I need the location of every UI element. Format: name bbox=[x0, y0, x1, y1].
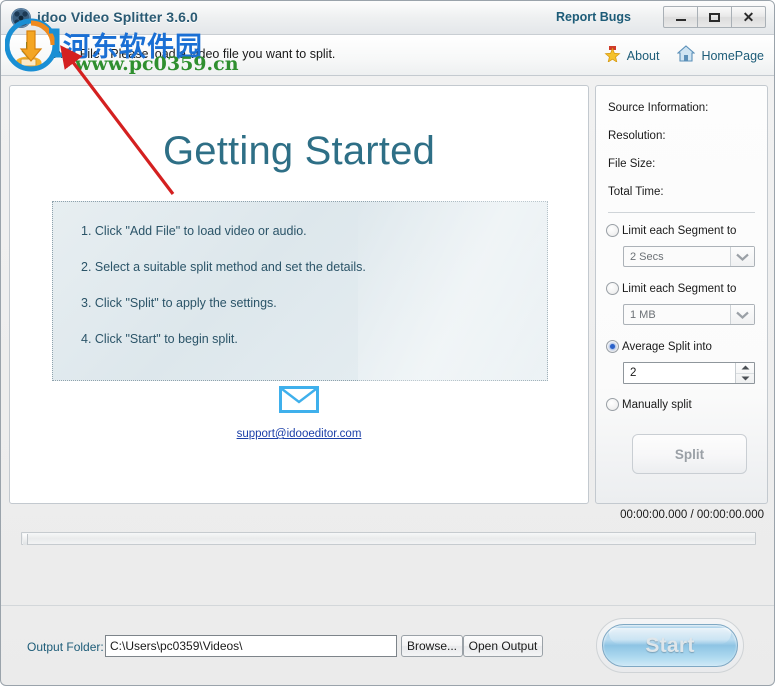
star-icon bbox=[604, 45, 621, 67]
seek-track[interactable] bbox=[21, 532, 756, 545]
split-options-sidebar: Source Information: Resolution: File Siz… bbox=[595, 85, 768, 504]
homepage-button[interactable]: HomePage bbox=[676, 45, 764, 67]
option-label: Average Split into bbox=[622, 340, 712, 353]
support-email-link[interactable]: support@idooeditor.com bbox=[237, 428, 362, 440]
start-button-inner: Start bbox=[602, 624, 738, 667]
application-window: idoo Video Splitter 3.6.0 Report Bugs ✕ bbox=[0, 0, 775, 686]
toolbar: Add File . Please load a video file you … bbox=[1, 35, 774, 76]
segment-size-value: 1 MB bbox=[630, 308, 656, 321]
sidebar-divider bbox=[608, 212, 755, 213]
list-item: 1. Click "Add File" to load video or aud… bbox=[81, 224, 307, 238]
stepper-down-icon[interactable] bbox=[736, 374, 754, 384]
browse-button[interactable]: Browse... bbox=[401, 635, 463, 657]
split-button-label: Split bbox=[674, 446, 705, 462]
chevron-down-icon[interactable] bbox=[730, 247, 754, 266]
window-title: idoo Video Splitter 3.6.0 bbox=[37, 9, 198, 25]
radio-icon-selected bbox=[606, 340, 619, 353]
list-item: 3. Click "Split" to apply the settings. bbox=[81, 296, 277, 310]
minimize-icon bbox=[675, 19, 686, 21]
list-item: 2. Select a suitable split method and se… bbox=[81, 260, 366, 274]
list-item: 4. Click "Start" to begin split. bbox=[81, 332, 238, 346]
home-icon bbox=[676, 45, 696, 67]
open-output-button[interactable]: Open Output bbox=[463, 635, 543, 657]
split-button[interactable]: Split bbox=[632, 434, 747, 474]
maximize-button[interactable] bbox=[697, 6, 732, 28]
radio-icon bbox=[606, 398, 619, 411]
option-label: Manually split bbox=[622, 398, 692, 411]
close-icon: ✕ bbox=[742, 9, 755, 25]
add-file-icon[interactable] bbox=[13, 40, 44, 71]
total-time-label: Total Time: bbox=[608, 186, 664, 198]
getting-started-panel: Getting Started 1. Click "Add File" to l… bbox=[9, 85, 589, 504]
chevron-down-icon[interactable] bbox=[730, 305, 754, 324]
seek-bar[interactable] bbox=[21, 532, 756, 545]
toolbar-right-group: About HomePage bbox=[604, 45, 764, 67]
option-label: Limit each Segment to bbox=[622, 224, 737, 237]
window-controls: ✕ bbox=[663, 6, 766, 28]
steps-list: 1. Click "Add File" to load video or aud… bbox=[81, 224, 533, 346]
timecode-display: 00:00:00.000 / 00:00:00.000 bbox=[620, 509, 764, 521]
steps-box: 1. Click "Add File" to load video or aud… bbox=[52, 201, 548, 381]
segment-time-dropdown[interactable]: 2 Secs bbox=[623, 246, 755, 267]
resolution-label: Resolution: bbox=[608, 130, 666, 142]
radio-average-split[interactable]: Average Split into bbox=[606, 340, 712, 353]
option-label: Limit each Segment to bbox=[622, 282, 737, 295]
radio-limit-segment-time[interactable]: Limit each Segment to bbox=[606, 224, 736, 237]
envelope-icon[interactable] bbox=[10, 386, 588, 418]
radio-limit-segment-size[interactable]: Limit each Segment to bbox=[606, 282, 736, 295]
stepper-buttons bbox=[735, 363, 754, 383]
report-bugs-link[interactable]: Report Bugs bbox=[556, 10, 631, 24]
output-folder-value: C:\Users\pc0359\Videos\ bbox=[110, 639, 243, 653]
file-size-label: File Size: bbox=[608, 158, 656, 170]
seek-thumb[interactable] bbox=[23, 534, 28, 545]
about-button[interactable]: About bbox=[604, 45, 660, 67]
bottom-divider bbox=[1, 605, 774, 606]
support-block: support@idooeditor.com bbox=[10, 386, 588, 442]
segment-size-dropdown[interactable]: 1 MB bbox=[623, 304, 755, 325]
start-button-label: Start bbox=[645, 633, 695, 657]
average-split-count-value: 2 bbox=[630, 367, 637, 379]
maximize-icon bbox=[709, 12, 720, 22]
player-controls bbox=[1, 559, 774, 603]
close-button[interactable]: ✕ bbox=[731, 6, 766, 28]
radio-manually-split[interactable]: Manually split bbox=[606, 398, 692, 411]
app-logo-icon bbox=[10, 7, 32, 29]
segment-time-value: 2 Secs bbox=[630, 250, 664, 263]
average-split-count-stepper[interactable]: 2 bbox=[623, 362, 755, 384]
minimize-button[interactable] bbox=[663, 6, 698, 28]
about-label: About bbox=[626, 49, 660, 63]
source-information-label: Source Information: bbox=[608, 102, 709, 114]
add-file-label: Add File . Please load a video file you … bbox=[54, 47, 336, 61]
stepper-up-icon[interactable] bbox=[736, 363, 754, 374]
radio-icon bbox=[606, 224, 619, 237]
page-title: Getting Started bbox=[162, 129, 436, 173]
radio-icon bbox=[606, 282, 619, 295]
homepage-label: HomePage bbox=[701, 49, 764, 63]
output-folder-label: Output Folder: bbox=[27, 640, 104, 654]
start-button[interactable]: Start bbox=[596, 618, 744, 673]
output-folder-input[interactable]: C:\Users\pc0359\Videos\ bbox=[105, 635, 397, 657]
title-bar: idoo Video Splitter 3.6.0 Report Bugs ✕ bbox=[1, 1, 774, 35]
